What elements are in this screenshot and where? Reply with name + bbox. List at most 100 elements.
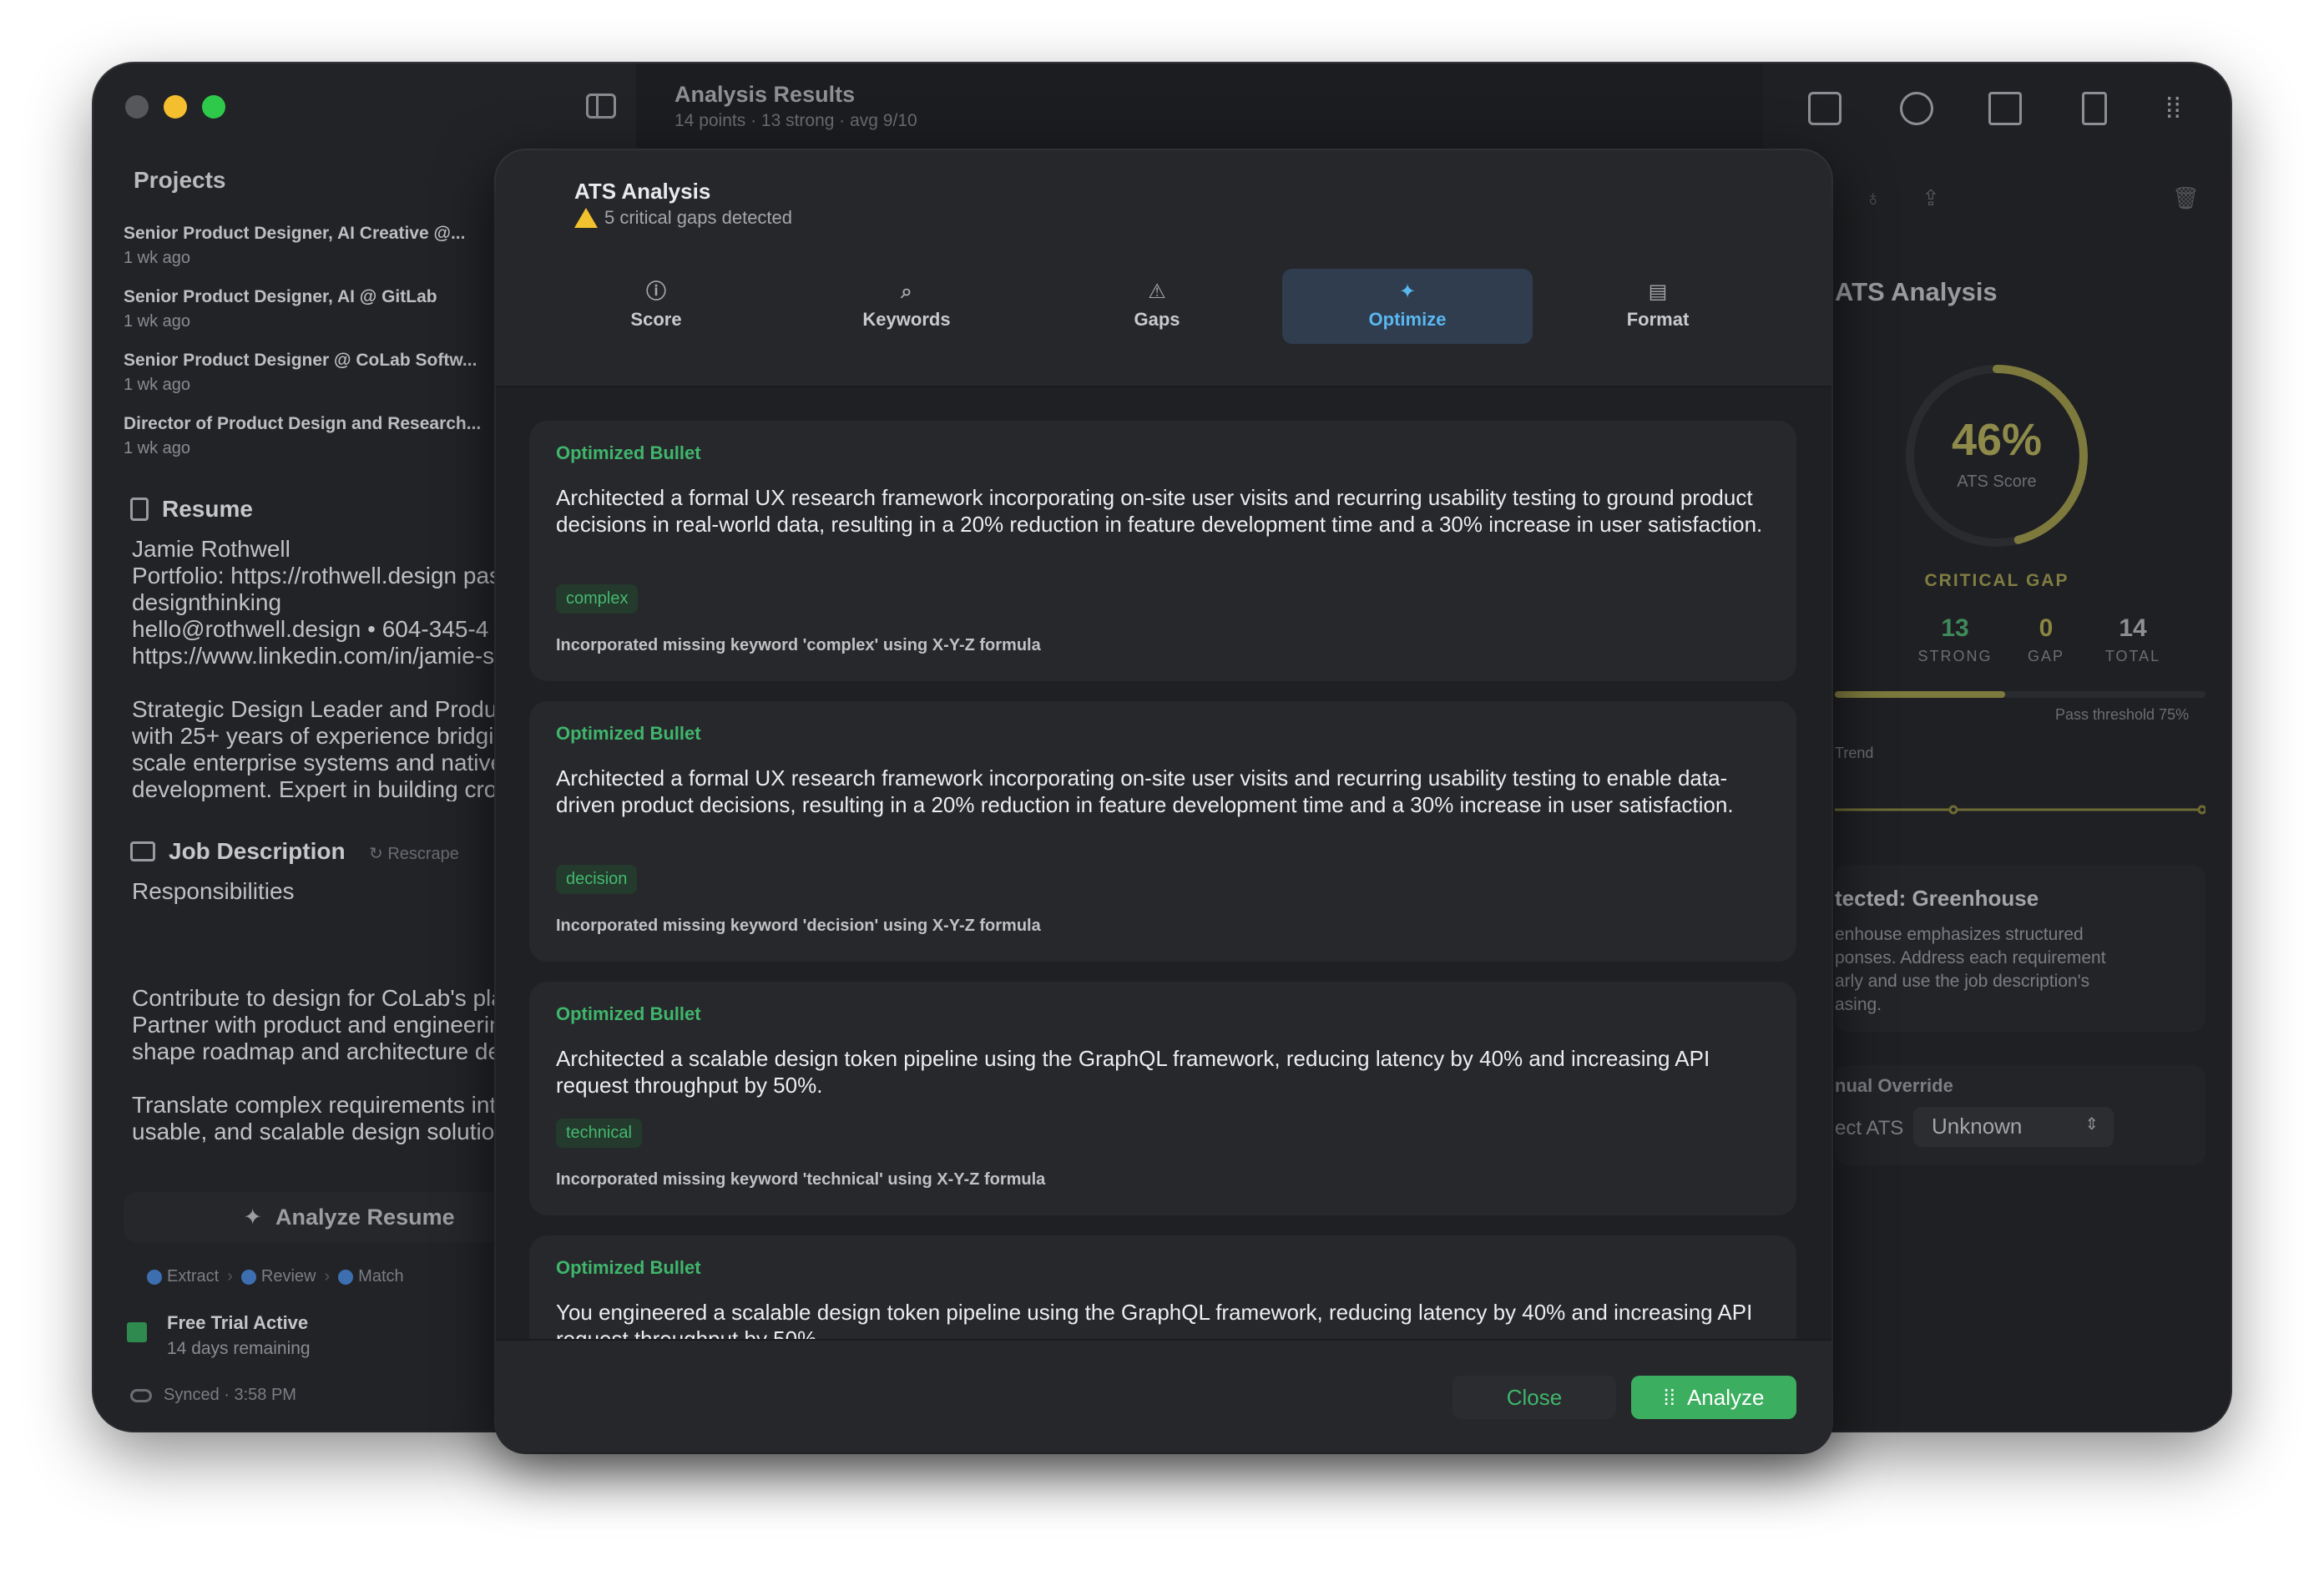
warning-icon <box>574 208 598 228</box>
sync-label: Synced · 3:58 PM <box>164 1386 296 1404</box>
page-title: Analysis Results <box>674 82 856 107</box>
stat-gap: 0 GAP <box>2000 614 2092 665</box>
bullet-text[interactable]: Architected a formal UX research framewo… <box>556 484 1775 538</box>
stat-value: 0 <box>2039 614 2054 642</box>
score-progress-fill <box>1835 691 2006 698</box>
sidebar-toggle-icon[interactable] <box>586 93 616 119</box>
ats-score-label: ATS Score <box>1957 472 2037 491</box>
inspector-toggle-icon[interactable] <box>1808 92 1842 125</box>
waveform-icon: ⁞⁞ <box>1663 1384 1675 1410</box>
pipeline-steps: Extract › Review › Match <box>147 1267 404 1286</box>
tab-label: Keywords <box>862 309 951 330</box>
tab-gaps[interactable]: ⚠ Gaps <box>1032 269 1282 344</box>
trash-icon[interactable]: 🗑︎ <box>2172 185 2200 211</box>
bullet-note: Incorporated missing keyword 'technical'… <box>556 1170 1046 1189</box>
critical-gaps-label: 5 critical gaps detected <box>604 207 793 228</box>
manual-override-title: nual Override <box>1835 1075 1953 1096</box>
tab-label: Format <box>1626 309 1690 330</box>
tab-label: Gaps <box>1134 309 1180 330</box>
waveform-icon[interactable]: ⁞⁞ <box>2165 92 2199 125</box>
check-icon <box>240 1269 256 1285</box>
tab-keywords[interactable]: ⌕ Keywords <box>781 269 1032 344</box>
tab-label: Score <box>630 309 682 330</box>
sparkle-icon: ✦ <box>243 1204 263 1230</box>
ats-side-panel <box>1763 63 2231 1431</box>
page-subtitle: 14 points · 13 strong · avg 9/10 <box>674 111 917 130</box>
share-icon[interactable]: ⇪ <box>1922 185 1940 211</box>
ats-select[interactable]: Unknown ⇕ <box>1913 1107 2114 1147</box>
card-heading: Optimized Bullet <box>556 1257 701 1278</box>
modal-subtitle: 5 critical gaps detected <box>574 207 792 229</box>
bullet-text[interactable]: You engineered a scalable design token p… <box>556 1299 1775 1339</box>
optimized-bullet-card: Optimized Bullet Architected a formal UX… <box>529 421 1796 681</box>
job-description-header: Job Description <box>130 838 346 865</box>
stat-value: 13 <box>1941 614 1969 642</box>
briefcase-icon <box>130 841 155 861</box>
stat-label: TOTAL <box>2104 648 2161 664</box>
modal-tabs: ⓘ Score ⌕ Keywords ⚠ Gaps ✦ Optimize ▤ F… <box>531 269 1783 344</box>
tab-format[interactable]: ▤ Format <box>1533 269 1783 344</box>
step-match: Match <box>338 1267 404 1286</box>
job-description-title: Job Description <box>169 838 346 864</box>
detected-ats-description: enhouse emphasizes structured ponses. Ad… <box>1835 925 2106 1014</box>
tab-label: Optimize <box>1368 309 1447 330</box>
bullet-text[interactable]: Architected a formal UX research framewo… <box>556 765 1775 818</box>
step-review: Review <box>240 1267 316 1286</box>
tab-score[interactable]: ⓘ Score <box>531 269 781 344</box>
close-button[interactable]: Close <box>1452 1376 1616 1419</box>
stat-label: STRONG <box>1917 648 1993 664</box>
trial-title: Free Trial Active <box>167 1312 309 1333</box>
pass-threshold-label: Pass threshold 75% <box>2055 706 2190 723</box>
bullet-text[interactable]: Architected a scalable design token pipe… <box>556 1045 1775 1099</box>
tab-optimize[interactable]: ✦ Optimize <box>1282 269 1533 344</box>
ats-select-value: Unknown <box>1932 1114 2023 1139</box>
stat-label: GAP <box>2027 648 2064 664</box>
keyword-tag: technical <box>556 1119 642 1148</box>
lightbulb-icon[interactable]: ♁ <box>1865 185 1882 211</box>
slash-circle-icon[interactable] <box>1900 92 1933 125</box>
trial-remaining: 14 days remaining <box>167 1339 311 1358</box>
zoom-window-button[interactable] <box>202 95 225 119</box>
optimized-bullet-card: Optimized Bullet Architected a scalable … <box>529 982 1796 1215</box>
detected-ats-title: tected: Greenhouse <box>1835 886 2039 911</box>
rescrape-button[interactable]: ↻ Rescrape <box>369 843 459 864</box>
search-icon: ⌕ <box>901 280 912 303</box>
chevron-updown-icon: ⇕ <box>2084 1115 2099 1134</box>
gift-icon <box>127 1322 147 1342</box>
analyze-resume-label: Analyze Resume <box>275 1204 455 1230</box>
rescrape-label: Rescrape <box>387 845 459 863</box>
status-badge: CRITICAL GAP <box>1924 571 2069 590</box>
trial-status[interactable]: Free Trial Active 14 days remaining <box>127 1312 311 1359</box>
ats-analysis-modal: ATS Analysis 5 critical gaps detected ⓘ … <box>496 150 1831 1452</box>
bullet-note: Incorporated missing keyword 'decision' … <box>556 917 1041 935</box>
document-icon <box>130 498 149 521</box>
minimize-window-button[interactable] <box>164 95 187 119</box>
check-icon <box>147 1269 162 1285</box>
projects-title: Projects <box>134 167 226 193</box>
info-icon: ⓘ <box>646 280 666 303</box>
warning-icon: ⚠ <box>1148 280 1166 303</box>
trend-sparkline <box>1835 805 2205 815</box>
resume-title: Resume <box>162 496 253 522</box>
optimized-bullet-card: Optimized Bullet Architected a formal UX… <box>529 701 1796 962</box>
resume-header: Resume <box>130 496 253 523</box>
optimize-list[interactable]: Optimized Bullet Architected a formal UX… <box>496 387 1831 1339</box>
modal-title: ATS Analysis <box>574 179 711 204</box>
bullet-note: Incorporated missing keyword 'complex' u… <box>556 636 1041 654</box>
keyword-tag: complex <box>556 584 639 614</box>
main-header: Analysis Results 14 points · 13 strong ·… <box>674 82 917 131</box>
card-heading: Optimized Bullet <box>556 442 701 463</box>
stat-strong: 13 STRONG <box>1909 614 2001 665</box>
analyze-button[interactable]: ⁞⁞ Analyze <box>1631 1376 1796 1419</box>
document-icon[interactable] <box>2082 92 2107 125</box>
close-window-button[interactable] <box>125 95 149 119</box>
optimized-bullet-card: Optimized Bullet You engineered a scalab… <box>529 1235 1796 1339</box>
document-icon: ▤ <box>1648 280 1668 303</box>
sync-status: Synced · 3:58 PM <box>130 1386 296 1405</box>
card-heading: Optimized Bullet <box>556 1003 701 1024</box>
sparkle-icon: ✦ <box>1398 280 1417 303</box>
cloud-icon <box>130 1388 152 1402</box>
modal-footer: Close ⁞⁞ Analyze <box>496 1339 1831 1452</box>
download-tray-icon[interactable] <box>1988 92 2022 125</box>
chevron-right-icon: › <box>227 1267 233 1286</box>
